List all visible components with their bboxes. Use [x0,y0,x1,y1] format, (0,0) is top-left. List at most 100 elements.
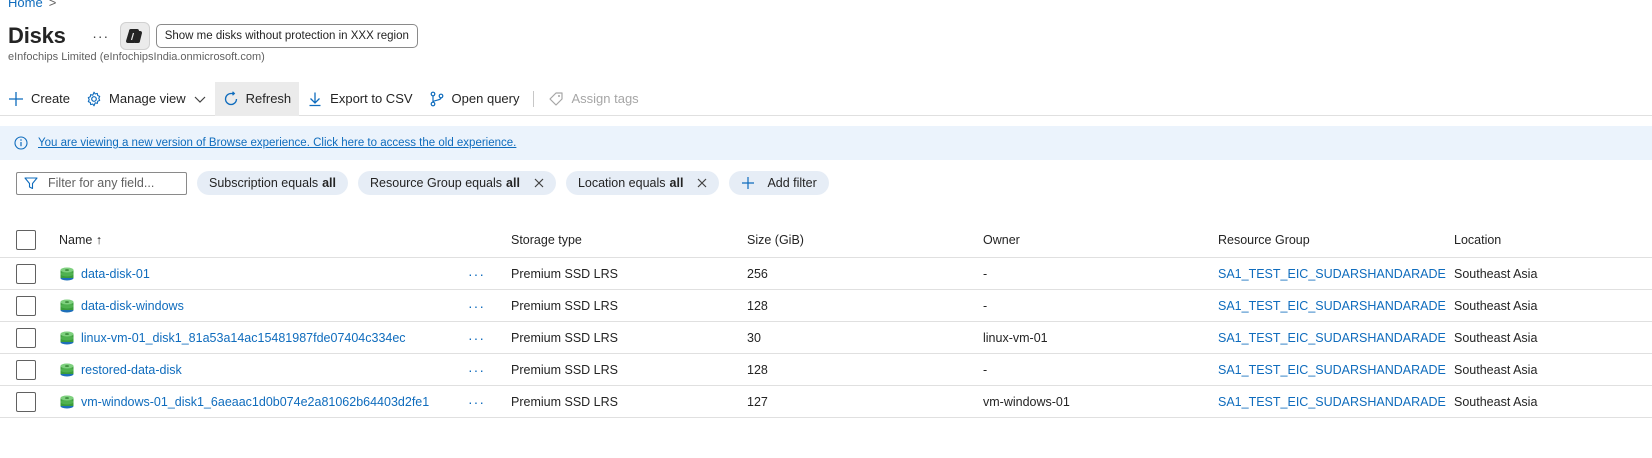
refresh-label: Refresh [245,91,292,106]
create-label: Create [31,91,71,106]
size-cell: 127 [747,394,768,409]
table-row: data-disk-windows ··· Premium SSD LRS 12… [0,290,1652,322]
assign-tags-button[interactable]: Assign tags [540,82,646,116]
owner-cell: vm-windows-01 [983,394,1070,409]
plus-icon [9,91,23,106]
breadcrumb-home-link[interactable]: Home [8,0,43,10]
row-more-actions-button[interactable]: ··· [468,290,485,321]
row-more-actions-button[interactable]: ··· [468,258,485,289]
row-checkbox[interactable] [16,392,36,412]
page-title: Disks [8,23,66,48]
subscription-filter-pill[interactable]: Subscription equals all [197,171,349,195]
storage-type-cell: Premium SSD LRS [511,394,618,409]
size-cell: 128 [747,298,768,313]
chevron-down-icon [194,96,206,103]
title-row: Disks ··· Show me disks without protecti… [8,20,418,52]
refresh-button[interactable]: Refresh [214,81,300,116]
column-header-storage-type[interactable]: Storage type [511,222,582,257]
resource-group-link[interactable]: SA1_TEST_EIC_SUDARSHANDARADE [1218,354,1446,385]
resource-group-link[interactable]: SA1_TEST_EIC_SUDARSHANDARADE [1218,322,1446,353]
subscription-filter-value: all [322,176,337,190]
plus-icon [742,177,755,189]
disk-name-link[interactable]: linux-vm-01_disk1_81a53a14ac15481987fde0… [81,331,406,345]
storage-type-cell: Premium SSD LRS [511,330,618,345]
select-all-checkbox[interactable] [16,230,36,250]
manage-view-button[interactable]: Manage view [78,82,215,116]
storage-type-cell: Premium SSD LRS [511,266,618,281]
add-filter-button[interactable]: Add filter [729,171,829,195]
location-cell: Southeast Asia [1454,266,1538,281]
disk-name-link[interactable]: data-disk-windows [81,299,184,313]
resource-group-link[interactable]: SA1_TEST_EIC_SUDARSHANDARADE [1218,290,1446,321]
download-icon [309,92,321,106]
copilot-prompt-suggestion[interactable]: Show me disks without protection in XXX … [155,24,418,48]
manage-view-label: Manage view [109,91,186,106]
disk-name-link[interactable]: vm-windows-01_disk1_6aeaac1d0b074e2a8106… [81,395,429,409]
owner-cell: - [983,266,988,281]
location-cell: Southeast Asia [1454,330,1538,345]
filter-bar: Subscription equals all Resource Group e… [16,171,829,195]
table-row: linux-vm-01_disk1_81a53a14ac15481987fde0… [0,322,1652,354]
disk-name-link[interactable]: restored-data-disk [81,363,182,377]
row-checkbox[interactable] [16,296,36,316]
table-row: restored-data-disk ··· Premium SSD LRS 1… [0,354,1652,386]
row-more-actions-button[interactable]: ··· [468,322,485,353]
filter-icon [24,177,38,190]
column-header-size[interactable]: Size (GiB) [747,222,804,257]
create-button[interactable]: Create [0,82,78,116]
close-icon[interactable] [534,178,544,188]
disk-icon [60,331,74,344]
size-cell: 256 [747,266,768,281]
refresh-icon [224,90,237,105]
column-header-name[interactable]: Name ↑ [59,222,102,257]
resource-group-filter-value: all [506,176,520,190]
more-options-button[interactable]: ··· [90,28,112,44]
location-filter-pill[interactable]: Location equals all [565,171,720,195]
subscription-filter-label: Subscription equals [209,176,319,190]
disk-icon [60,299,74,312]
location-filter-label: Location equals [577,176,666,190]
old-experience-link[interactable]: You are viewing a new version of Browse … [38,137,516,149]
column-header-owner[interactable]: Owner [983,222,1020,257]
table-row: vm-windows-01_disk1_6aeaac1d0b074e2a8106… [0,386,1652,418]
resource-group-link[interactable]: SA1_TEST_EIC_SUDARSHANDARADE [1218,258,1446,289]
close-icon[interactable] [697,178,707,188]
breadcrumb-separator: > [48,0,57,10]
storage-type-cell: Premium SSD LRS [511,298,618,313]
owner-cell: - [983,362,988,377]
gear-icon [87,91,101,106]
resource-group-link[interactable]: SA1_TEST_EIC_SUDARSHANDARADE [1218,386,1446,417]
disks-grid: Name ↑ Storage type Size (GiB) Owner Res… [0,222,1652,418]
add-filter-label: Add filter [767,176,817,190]
open-query-button[interactable]: Open query [421,82,528,116]
copilot-icon [125,29,142,43]
resource-group-filter-pill[interactable]: Resource Group equals all [358,171,556,195]
tag-icon [549,91,564,106]
row-checkbox[interactable] [16,328,36,348]
row-checkbox[interactable] [16,264,36,284]
info-icon [14,136,28,150]
assign-tags-label: Assign tags [571,91,639,106]
row-more-actions-button[interactable]: ··· [468,354,485,385]
owner-cell: linux-vm-01 [983,330,1048,345]
export-csv-label: Export to CSV [330,91,413,106]
column-header-location[interactable]: Location [1454,222,1501,257]
column-header-resource-group[interactable]: Resource Group [1218,222,1310,257]
disk-name-cell: linux-vm-01_disk1_81a53a14ac15481987fde0… [59,322,406,353]
size-cell: 128 [747,362,768,377]
row-more-actions-button[interactable]: ··· [468,386,485,417]
copilot-button[interactable] [119,22,150,50]
export-csv-button[interactable]: Export to CSV [299,82,420,116]
open-query-label: Open query [451,91,520,106]
filter-input[interactable] [48,176,178,190]
location-filter-value: all [669,176,684,190]
filter-field[interactable] [16,171,187,195]
disk-name-link[interactable]: data-disk-01 [81,267,150,281]
disk-name-cell: vm-windows-01_disk1_6aeaac1d0b074e2a8106… [59,386,429,417]
query-branch-icon [430,91,443,106]
toolbar-divider [533,90,535,107]
row-checkbox[interactable] [16,360,36,380]
table-row: data-disk-01 ··· Premium SSD LRS 256 - S… [0,258,1652,290]
storage-type-cell: Premium SSD LRS [511,362,618,377]
disk-icon [60,363,74,376]
